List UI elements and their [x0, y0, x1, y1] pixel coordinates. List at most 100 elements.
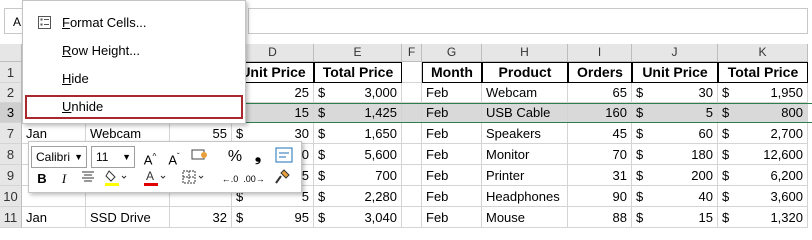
increase-font-size-icon[interactable]: A^ — [141, 147, 159, 167]
cell-k3[interactable]: $800 — [718, 103, 808, 123]
cell-f2[interactable] — [402, 83, 422, 103]
cell-j3[interactable]: $5 — [632, 103, 718, 123]
cell-d11[interactable]: $95 — [232, 207, 314, 228]
cell-e8[interactable]: $5,600 — [314, 144, 402, 165]
menu-item-unhide[interactable]: Unhide — [25, 95, 243, 119]
borders-icon[interactable] — [181, 169, 207, 189]
cell-i10[interactable]: 90 — [568, 186, 632, 207]
formula-bar[interactable] — [248, 8, 808, 34]
cell-g11[interactable]: Feb — [422, 207, 482, 228]
cell-b11[interactable]: SSD Drive — [86, 207, 170, 228]
cell-k2[interactable]: $1,950 — [718, 83, 808, 103]
cell-j8[interactable]: $180 — [632, 144, 718, 165]
cell-k8[interactable]: $12,600 — [718, 144, 808, 165]
cell-e2[interactable]: $3,000 — [314, 83, 402, 103]
center-align-icon[interactable] — [79, 169, 97, 189]
menu-item-row-height[interactable]: Row Height... — [25, 39, 243, 63]
number-format-icon[interactable] — [189, 147, 211, 167]
decrease-decimal-icon[interactable]: .00→ — [243, 169, 265, 189]
column-header-j[interactable]: J — [632, 44, 718, 62]
cell-g10[interactable]: Feb — [422, 186, 482, 207]
cell-h3[interactable]: USB Cable — [482, 103, 568, 123]
currency-symbol: $ — [636, 168, 644, 183]
cell-i3[interactable]: 160 — [568, 103, 632, 123]
select-all-corner[interactable] — [0, 44, 22, 62]
header-product[interactable]: Product — [482, 62, 568, 83]
column-header-h[interactable]: H — [482, 44, 568, 62]
cell-h11[interactable]: Mouse — [482, 207, 568, 228]
column-header-f[interactable]: F — [402, 44, 422, 62]
cell-g9[interactable]: Feb — [422, 165, 482, 186]
cell-j10[interactable]: $40 — [632, 186, 718, 207]
cell-f8[interactable] — [402, 144, 422, 165]
bold-button[interactable]: B — [33, 169, 51, 189]
cell-j9[interactable]: $200 — [632, 165, 718, 186]
row-header-2[interactable]: 2 — [0, 83, 22, 103]
cell-j11[interactable]: $15 — [632, 207, 718, 228]
cell-i7[interactable]: 45 — [568, 123, 632, 144]
cell-i2[interactable]: 65 — [568, 83, 632, 103]
cell-a11[interactable]: Jan — [22, 207, 86, 228]
row-header-10[interactable]: 10 — [0, 186, 22, 207]
wrap-text-icon[interactable] — [273, 147, 295, 167]
cell-k7[interactable]: $2,700 — [718, 123, 808, 144]
comma-style-icon[interactable]: ❟ — [251, 147, 265, 167]
currency-symbol: $ — [318, 85, 326, 100]
cell-g8[interactable]: Feb — [422, 144, 482, 165]
format-painter-icon[interactable] — [271, 169, 293, 189]
cell-i11[interactable]: 88 — [568, 207, 632, 228]
menu-item-format-cells[interactable]: Format Cells... — [25, 11, 243, 35]
cell-e9[interactable]: $700 — [314, 165, 402, 186]
cell-k9[interactable]: $6,200 — [718, 165, 808, 186]
cell-f9[interactable] — [402, 165, 422, 186]
column-header-e[interactable]: E — [314, 44, 402, 62]
cell-h2[interactable]: Webcam — [482, 83, 568, 103]
header-total-price-right[interactable]: Total Price — [718, 62, 808, 83]
row-header-7[interactable]: 7 — [0, 123, 22, 144]
font-size-dropdown[interactable]: 11 ▼ — [91, 146, 135, 168]
cell-e11[interactable]: $3,040 — [314, 207, 402, 228]
cell-k10[interactable]: $3,600 — [718, 186, 808, 207]
row-header-1[interactable]: 1 — [0, 62, 22, 83]
column-header-g[interactable]: G — [422, 44, 482, 62]
cell-h9[interactable]: Printer — [482, 165, 568, 186]
row-header-11[interactable]: 11 — [0, 207, 22, 228]
menu-item-hide[interactable]: Hide — [25, 67, 243, 91]
cell-e7[interactable]: $1,650 — [314, 123, 402, 144]
cell-f7[interactable] — [402, 123, 422, 144]
row-header-9[interactable]: 9 — [0, 165, 22, 186]
cell-i8[interactable]: 70 — [568, 144, 632, 165]
decrease-font-size-icon[interactable]: Aˇ — [165, 147, 183, 167]
header-orders[interactable]: Orders — [568, 62, 632, 83]
cell-f10[interactable] — [402, 186, 422, 207]
cell-h8[interactable]: Monitor — [482, 144, 568, 165]
font-color-icon[interactable]: A — [142, 169, 168, 189]
percent-style-icon[interactable]: % — [226, 147, 244, 167]
row-header-8[interactable]: 8 — [0, 144, 22, 165]
cell-k11[interactable]: $1,320 — [718, 207, 808, 228]
header-unit-price-right[interactable]: Unit Price — [632, 62, 718, 83]
increase-decimal-icon[interactable]: ←.0 — [219, 169, 241, 189]
cell-g2[interactable]: Feb — [422, 83, 482, 103]
cell-j7[interactable]: $60 — [632, 123, 718, 144]
cell-f3[interactable] — [402, 103, 422, 123]
cell-h7[interactable]: Speakers — [482, 123, 568, 144]
cell-h10[interactable]: Headphones — [482, 186, 568, 207]
cell-i9[interactable]: 31 — [568, 165, 632, 186]
cell-f11[interactable] — [402, 207, 422, 228]
cell-e10[interactable]: $2,280 — [314, 186, 402, 207]
header-month[interactable]: Month — [422, 62, 482, 83]
cell-e3[interactable]: $1,425 — [314, 103, 402, 123]
italic-button[interactable]: I — [57, 169, 71, 189]
cell-c11[interactable]: 32 — [170, 207, 232, 228]
column-header-k[interactable]: K — [718, 44, 808, 62]
row-header-3[interactable]: 3 — [0, 103, 22, 123]
fill-color-icon[interactable] — [103, 169, 129, 189]
cell-f1[interactable] — [402, 62, 422, 83]
cell-j2[interactable]: $30 — [632, 83, 718, 103]
font-name-dropdown[interactable]: Calibri ▼ — [31, 146, 87, 168]
cell-g3[interactable]: Feb — [422, 103, 482, 123]
column-header-i[interactable]: I — [568, 44, 632, 62]
cell-g7[interactable]: Feb — [422, 123, 482, 144]
header-total-price-left[interactable]: Total Price — [314, 62, 402, 83]
